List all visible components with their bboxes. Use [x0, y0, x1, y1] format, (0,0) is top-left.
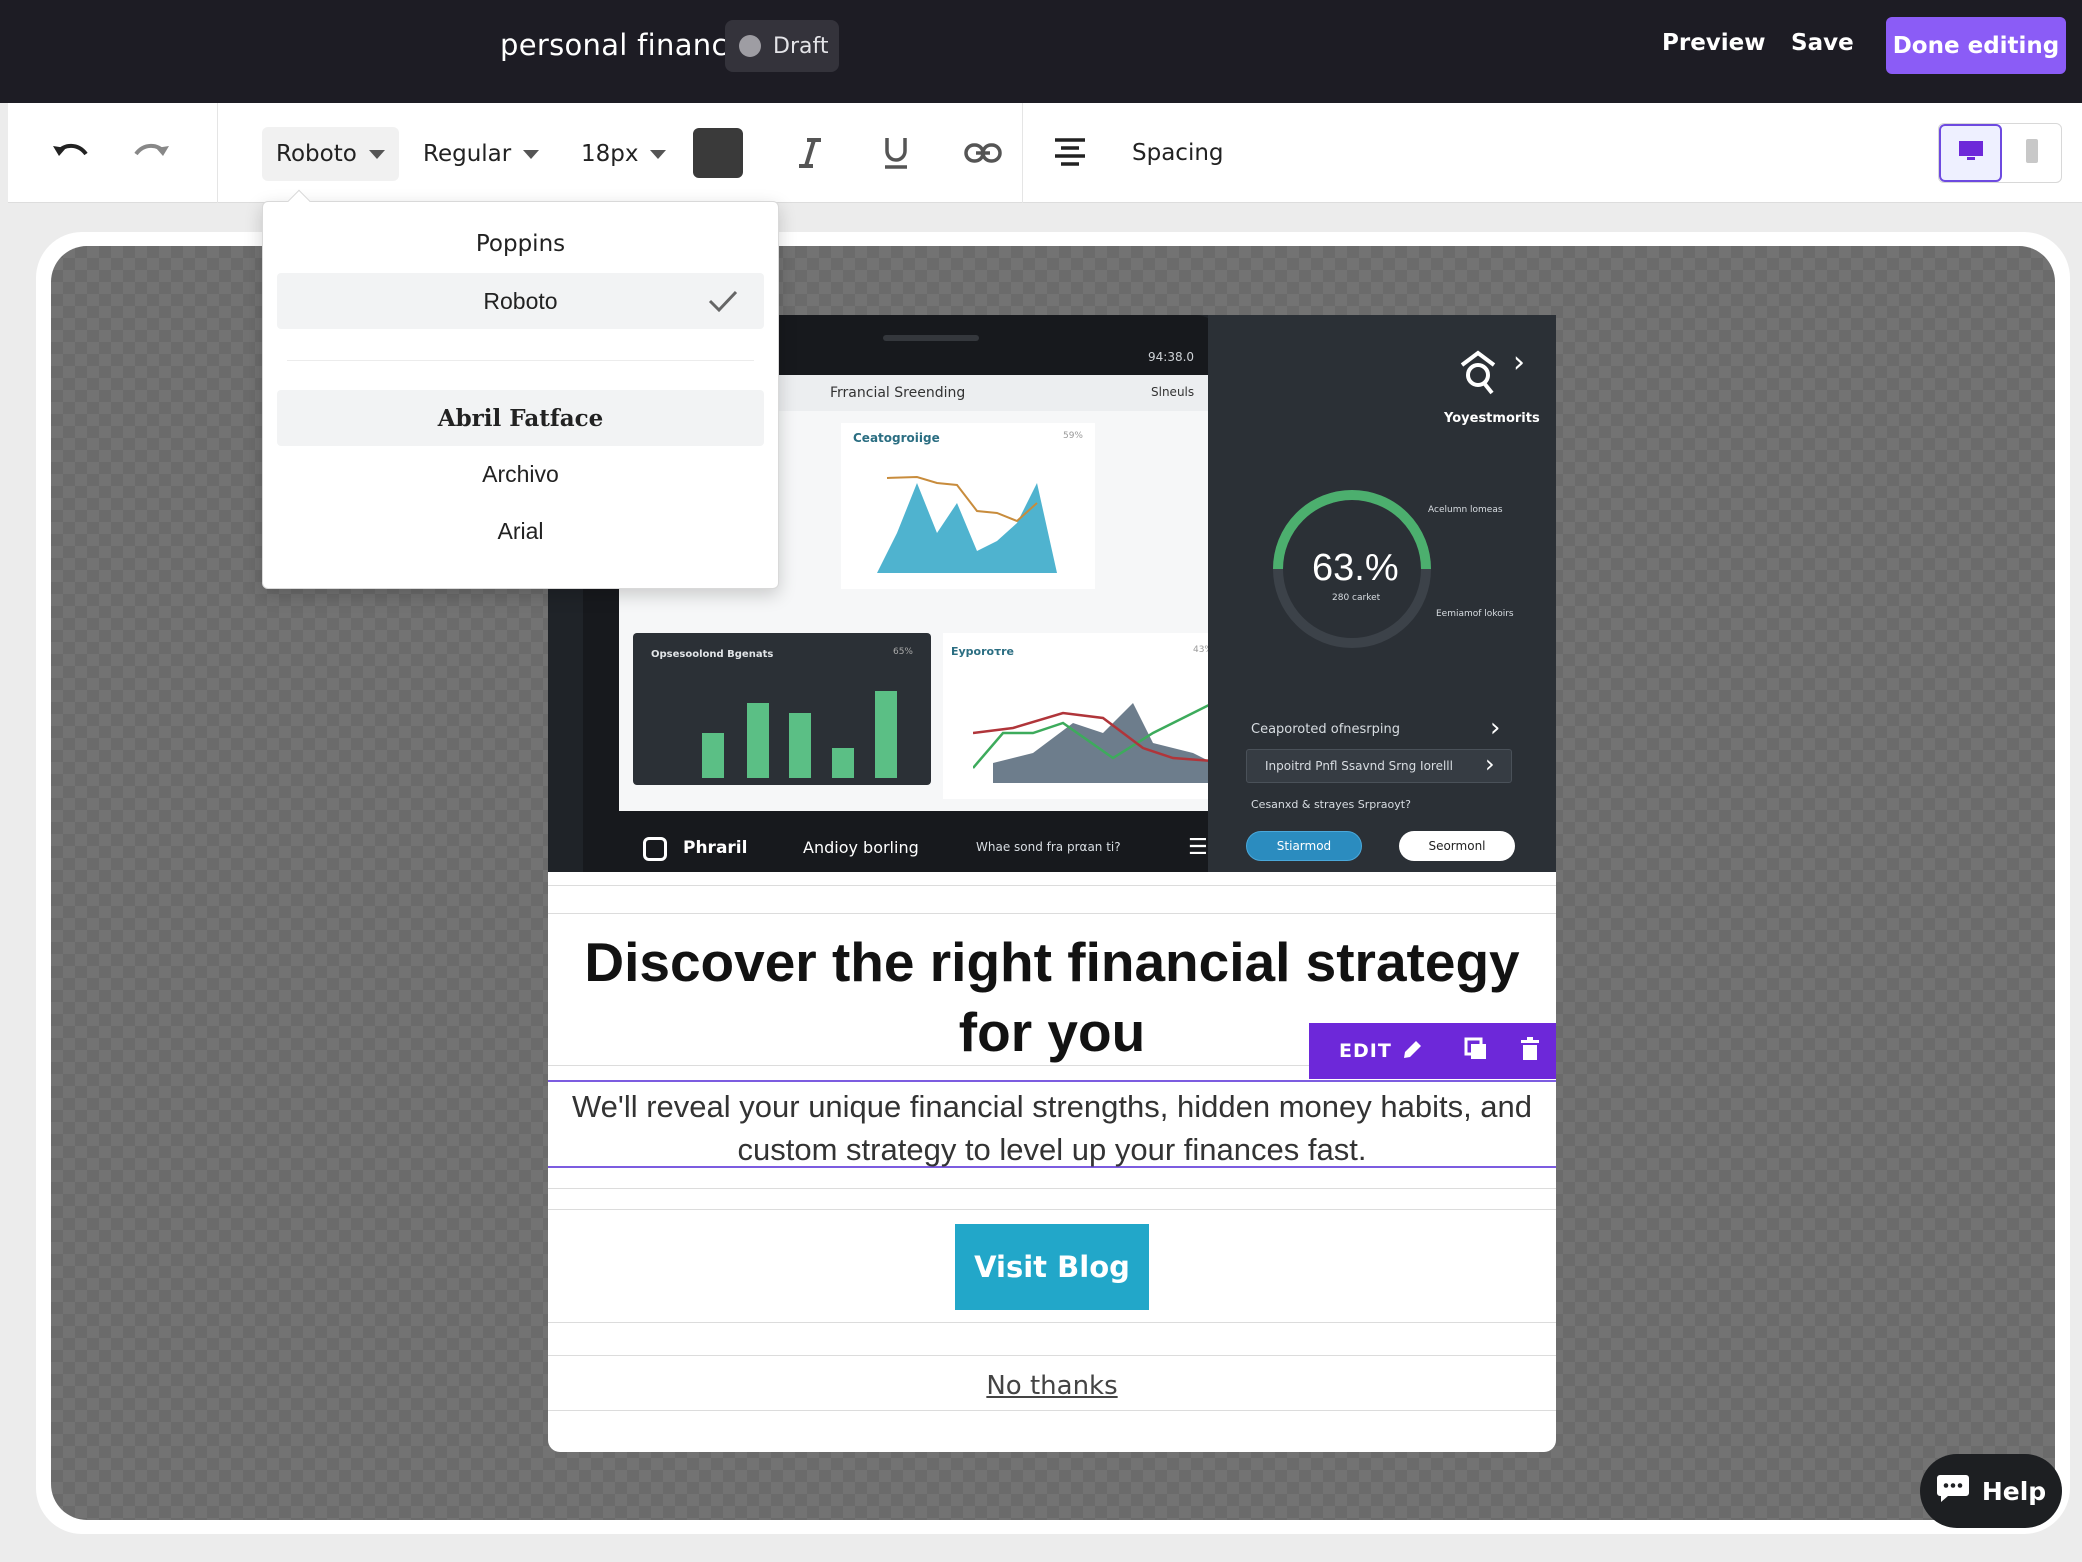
format-toolbar: Roboto Regular 18px Spacing: [8, 103, 2082, 203]
block-divider: [548, 1322, 1556, 1323]
panel-primary-button: Stiarmod: [1246, 831, 1362, 861]
panel-secondary-button: Seormonl: [1399, 831, 1515, 861]
mobile-icon: [2025, 138, 2039, 168]
area-chart-card: Ceatogroiige 59%: [841, 423, 1095, 589]
investments-panel: › Yoyestmorits 63.% 280 carket Acelumn l…: [1208, 315, 1556, 872]
font-option-label: Roboto: [483, 287, 558, 314]
gauge-label: Eemiamof lokoirs: [1436, 609, 1514, 619]
status-badge: Draft: [725, 20, 839, 72]
chevron-down-icon: [650, 149, 667, 159]
toolbar-divider: [217, 103, 218, 203]
top-bar: personal finance Draft Preview Save Done…: [0, 0, 2082, 103]
line-chart-card: Eyporoτre 43%: [943, 633, 1231, 799]
area-chart: [877, 475, 1057, 573]
font-size-select[interactable]: 18px: [567, 127, 680, 181]
block-divider: [548, 885, 1556, 886]
block-divider: [548, 913, 1556, 914]
chart-card-title: Eyporoτre: [951, 645, 1015, 658]
align-center-icon[interactable]: [1048, 131, 1092, 175]
gauge-caption: 280 carket: [1332, 593, 1381, 603]
panel-row-label: Ceaporoted ofnesrping: [1251, 722, 1400, 737]
phone-header-menu: Slneuls: [1151, 385, 1195, 399]
font-option-poppins[interactable]: Poppins: [277, 216, 764, 272]
bar-chart-card: Opsesoolond Bgenats 65%: [633, 633, 931, 785]
chevron-right-icon: ›: [1513, 345, 1525, 380]
phone-time: 94:38.0: [1148, 350, 1195, 364]
desktop-icon: [1958, 140, 1984, 166]
bar-chart: [702, 691, 897, 778]
block-divider: [548, 1188, 1556, 1189]
font-option-archivo[interactable]: Archivo: [277, 446, 764, 502]
done-editing-button[interactable]: Done editing: [1886, 17, 2066, 74]
chart-card-badge: 65%: [892, 647, 913, 657]
chevron-right-icon: ›: [1485, 750, 1495, 778]
spacing-control[interactable]: Spacing: [1132, 140, 1224, 166]
undo-icon[interactable]: [48, 131, 92, 175]
device-toggle: [1938, 123, 2062, 183]
chart-card-title: Ceatogroiige: [853, 431, 940, 445]
font-option-arial[interactable]: Arial: [277, 503, 764, 559]
block-divider: [548, 1410, 1556, 1411]
chat-bubble-icon: [1936, 1473, 1970, 1509]
status-label: Draft: [773, 33, 829, 59]
chevron-down-icon: [368, 149, 385, 159]
document-title[interactable]: personal finance: [500, 28, 746, 62]
phone-app-name: Phraril: [683, 838, 748, 858]
gauge-value: 63.%: [1312, 547, 1399, 589]
panel-row-label: Cesanxd & strayes Srpraoyt?: [1251, 798, 1411, 811]
preview-button[interactable]: Preview: [1662, 30, 1766, 56]
pencil-icon[interactable]: [1402, 1038, 1424, 1064]
help-button[interactable]: Help: [1920, 1454, 2062, 1528]
font-size-value: 18px: [581, 141, 639, 167]
save-button[interactable]: Save: [1791, 30, 1854, 56]
chart-card-badge: 59%: [1062, 431, 1083, 441]
no-thanks-link[interactable]: No thanks: [548, 1371, 1556, 1401]
panel-title: Yoyestmorits: [1444, 411, 1540, 426]
popup-subtext[interactable]: We'll reveal your unique financial stren…: [548, 1085, 1556, 1171]
font-family-select[interactable]: Roboto: [262, 127, 399, 181]
help-label: Help: [1981, 1476, 2047, 1506]
mobile-view-button[interactable]: [2002, 124, 2061, 182]
chevron-down-icon: [523, 149, 540, 159]
font-option-abril-fatface[interactable]: Abril Fatface: [277, 390, 764, 446]
status-dot-icon: [739, 35, 761, 57]
visit-blog-button[interactable]: Visit Blog: [955, 1224, 1149, 1310]
panel-row-label: Inpoitrd Pnfl Ssavnd Srng Ιorelll: [1265, 759, 1453, 773]
link-icon[interactable]: [961, 131, 1005, 175]
chevron-right-icon: ›: [1490, 713, 1501, 743]
dropdown-divider: [287, 360, 754, 361]
chart-card-title: Opsesoolond Bgenats: [651, 649, 774, 660]
panel-list-row: Inpoitrd Pnfl Ssavnd Srng Ιorelll ›: [1246, 749, 1512, 783]
font-weight-value: Regular: [423, 141, 512, 167]
trash-icon[interactable]: [1520, 1037, 1540, 1065]
underline-icon[interactable]: [874, 131, 918, 175]
phone-speaker: [883, 335, 979, 341]
camera-icon: [643, 837, 667, 861]
desktop-view-button[interactable]: [1939, 124, 2002, 182]
font-family-value: Roboto: [276, 141, 357, 167]
font-option-roboto[interactable]: Roboto: [277, 273, 764, 329]
edit-button[interactable]: EDIT: [1339, 1040, 1392, 1062]
block-divider: [548, 1355, 1556, 1356]
gauge-label: Acelumn lomeas: [1428, 505, 1503, 515]
text-color-swatch[interactable]: [693, 128, 743, 178]
investments-logo-icon: [1460, 350, 1496, 395]
toolbar-divider: [1022, 103, 1023, 203]
line-chart: [973, 701, 1214, 783]
checkmark-icon: [708, 289, 738, 319]
block-edit-toolbar: EDIT: [1309, 1023, 1556, 1079]
italic-icon[interactable]: [788, 131, 832, 175]
phone-bottom-bar: Phraril Andioy borling Whae sond fra prα…: [583, 825, 1243, 872]
font-weight-select[interactable]: Regular: [409, 127, 553, 181]
phone-header-title: Frrancial Sreending: [830, 385, 966, 401]
duplicate-icon[interactable]: [1464, 1037, 1488, 1065]
font-family-dropdown: Poppins Roboto Abril Fatface Archivo Ari…: [262, 189, 779, 589]
menu-icon: ☰: [1188, 835, 1208, 860]
phone-bottom-caption: Whae sond fra prαan ti?: [976, 840, 1121, 854]
block-divider: [548, 1209, 1556, 1210]
phone-bottom-text: Andioy borling: [803, 838, 919, 857]
redo-icon[interactable]: [130, 131, 174, 175]
